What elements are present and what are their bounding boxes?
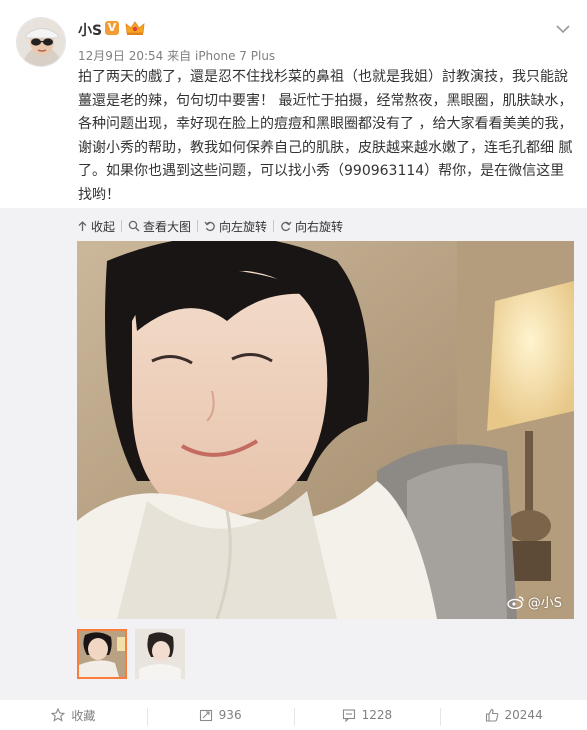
toolbar-divider [273, 220, 275, 232]
post-timestamp[interactable]: 12月9日 20:54 [78, 49, 163, 63]
repost-count: 936 [218, 708, 242, 722]
repost-icon [199, 709, 212, 722]
toolbar-divider [197, 220, 199, 232]
member-crown-icon[interactable] [124, 20, 146, 36]
chevron-down-icon[interactable] [556, 19, 570, 34]
source-device[interactable]: iPhone 7 Plus [195, 49, 275, 63]
favorite-label: 收藏 [71, 708, 96, 723]
rotate-right-label: 向右旋转 [295, 219, 344, 234]
view-large-button[interactable]: 查看大图 [128, 218, 191, 235]
weibo-post-card: 小S V 12月9日 20:54 来自 iPhone 7 Plus 拍了两天的戲… [0, 0, 587, 729]
action-bar: 收藏 936 1228 20244 [0, 699, 587, 730]
avatar[interactable] [16, 17, 66, 67]
like-button[interactable]: 20244 [440, 700, 587, 730]
rotate-right-button[interactable]: 向右旋转 [280, 218, 343, 235]
photo-thumbnail-1[interactable] [77, 629, 127, 679]
verified-badge-icon[interactable]: V [105, 21, 119, 35]
comment-button[interactable]: 1228 [293, 700, 441, 730]
post-photo[interactable]: @小S [77, 241, 574, 619]
comment-icon [342, 709, 355, 722]
favorite-button[interactable]: 收藏 [0, 700, 147, 730]
view-large-label: 查看大图 [143, 219, 192, 234]
rotate-right-icon [281, 221, 292, 232]
comment-count: 1228 [361, 708, 393, 722]
post-meta: 12月9日 20:54 来自 iPhone 7 Plus [78, 47, 275, 64]
photo-thumbnail-2[interactable] [135, 629, 185, 679]
search-icon [128, 220, 140, 232]
rotate-left-icon [204, 221, 215, 232]
like-icon [485, 708, 498, 722]
toolbar-divider [121, 220, 123, 232]
collapse-button[interactable]: 收起 [77, 218, 115, 235]
collapse-label: 收起 [91, 219, 116, 234]
photo-watermark: @小S [507, 592, 562, 611]
media-section: 收起 查看大图 向左旋转 向右旋转 @小S [0, 208, 587, 699]
rotate-left-label: 向左旋转 [219, 219, 268, 234]
repost-button[interactable]: 936 [146, 700, 294, 730]
username[interactable]: 小S [78, 20, 102, 40]
media-toolbar: 收起 查看大图 向左旋转 向右旋转 [77, 216, 349, 236]
post-text: 拍了两天的戲了，還是忍不住找杉菜的鼻祖（也就是我姐）討教演技，我只能說薑還是老的… [78, 69, 573, 203]
star-icon [51, 708, 66, 722]
collapse-arrow-icon [78, 220, 87, 231]
weibo-logo-icon [507, 595, 524, 609]
rotate-left-button[interactable]: 向左旋转 [204, 218, 267, 235]
source-prefix: 来自 [167, 49, 192, 63]
like-count: 20244 [504, 708, 543, 722]
watermark-text: @小S [527, 596, 562, 611]
